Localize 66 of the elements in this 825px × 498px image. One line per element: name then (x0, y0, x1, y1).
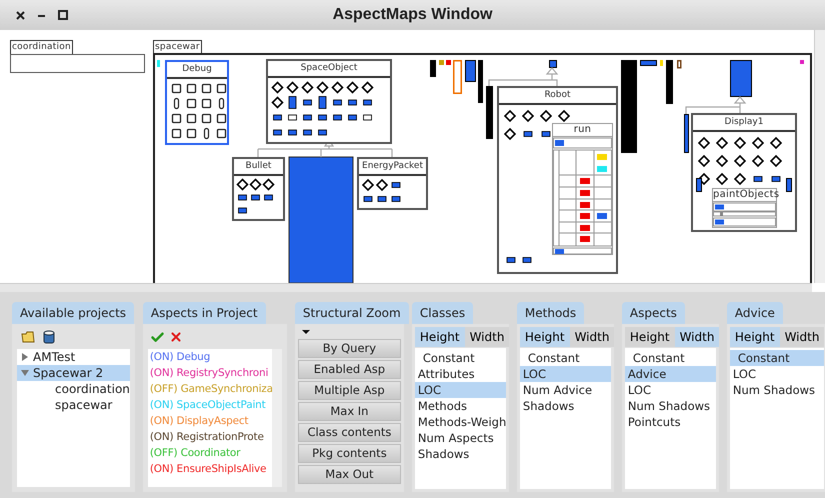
zoom-button[interactable]: Multiple Asp (298, 381, 401, 400)
class-name: Bullet (234, 159, 283, 176)
metric-item[interactable]: Constant (624, 350, 716, 366)
metric-item[interactable]: Attributes (414, 366, 506, 382)
panel-tab[interactable]: Methods (516, 302, 584, 324)
metric-tab[interactable]: Height (520, 327, 570, 347)
class-name: Display1 (693, 115, 795, 132)
aspect-item[interactable]: (ON) RegistrationProte (148, 429, 272, 445)
class-name: EnergyPacket (359, 159, 426, 176)
aspect-item[interactable]: (ON) Debug (148, 349, 272, 365)
tree-item[interactable]: spacewar (17, 397, 130, 413)
tree-item[interactable]: AMTest (17, 349, 130, 365)
method-node[interactable]: paintObjects (712, 188, 777, 228)
tree-item[interactable]: Spacewar 2 (17, 365, 130, 381)
metric-tab[interactable]: Height (730, 327, 780, 347)
metric-tab[interactable]: Height (414, 327, 465, 347)
metric-item[interactable]: LOC (624, 382, 716, 398)
zoom-button[interactable]: Max Out (298, 465, 401, 484)
package-tab[interactable]: spacewar (153, 40, 202, 54)
class-name: Debug (167, 62, 227, 79)
metric-tab[interactable]: Height (624, 327, 675, 347)
metric-item[interactable]: Shadows (520, 398, 611, 414)
metric-tab[interactable]: Width (780, 327, 824, 347)
zoom-button[interactable]: Class contents (298, 423, 401, 442)
tree-label: AMTest (33, 349, 76, 366)
metric-item[interactable]: Advice (624, 366, 716, 382)
metric-item[interactable]: LOC (520, 366, 611, 382)
metric-tab[interactable]: Width (674, 327, 720, 347)
class-name: SpaceObject (268, 61, 390, 78)
zoom-button[interactable]: Pkg contents (298, 444, 401, 463)
metric-item[interactable]: LOC (730, 366, 824, 382)
method-node[interactable]: run (552, 123, 613, 255)
metric-item[interactable]: Num Aspects (414, 430, 506, 446)
package-tab[interactable]: coordination (10, 40, 73, 54)
tree-item[interactable]: coordination (17, 381, 130, 397)
tree-label: Spacewar 2 (33, 365, 104, 382)
class-name: Robot (499, 88, 616, 105)
metric-item[interactable]: Constant (520, 350, 611, 366)
panel-tab[interactable]: Advice (726, 302, 783, 324)
metric-item[interactable]: Shadows (414, 446, 506, 462)
metric-item[interactable]: Methods (414, 398, 506, 414)
metric-item[interactable]: Constant (414, 350, 506, 366)
window-title: AspectMaps Window (332, 5, 492, 25)
panel-tab[interactable]: Available projects (12, 302, 134, 324)
zoom-button[interactable]: Max In (298, 402, 401, 421)
panel-tab[interactable]: Aspects in Project (142, 302, 266, 324)
zoom-button[interactable]: Enabled Asp (298, 360, 401, 379)
aspect-item[interactable]: (ON) RegistrySynchroni (148, 365, 272, 381)
class-node[interactable]: EnergyPacket (357, 157, 428, 210)
class-node[interactable]: SpaceObject (266, 59, 392, 144)
panel-tab[interactable]: Classes (412, 302, 474, 324)
metric-item[interactable]: Pointcuts (624, 414, 716, 430)
class-node[interactable]: Bullet (232, 157, 285, 221)
metric-item[interactable]: LOC (414, 382, 506, 398)
metric-tab[interactable]: Width (464, 327, 510, 347)
metric-item[interactable]: Methods-Weigh (414, 414, 506, 430)
metric-item[interactable]: Num Advice (520, 382, 611, 398)
zoom-button[interactable]: By Query (298, 339, 401, 358)
metric-tab[interactable]: Width (570, 327, 614, 347)
metric-item[interactable]: Num Shadows (624, 398, 716, 414)
aspect-item[interactable]: (ON) EnsureShipIsAlive (148, 461, 272, 477)
class-node[interactable]: Debug (165, 60, 229, 145)
metric-item[interactable]: Num Shadows (730, 382, 824, 398)
panel-tab[interactable]: Structural Zoom (294, 302, 409, 324)
panel-tab[interactable]: Aspects (622, 302, 685, 324)
metric-item[interactable]: Constant (730, 350, 824, 366)
